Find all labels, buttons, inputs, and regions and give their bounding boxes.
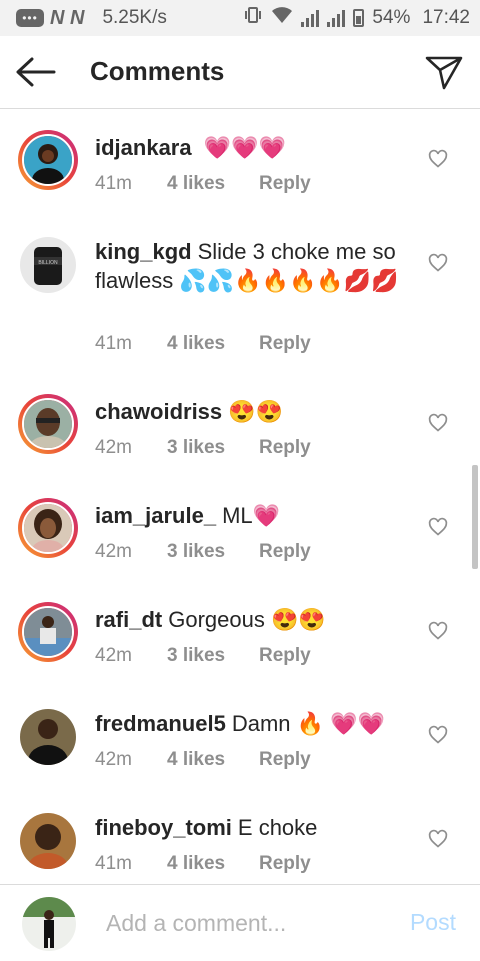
avatar — [22, 398, 74, 450]
message-icon: ••• — [16, 9, 44, 27]
likes-count[interactable]: 4 likes — [167, 173, 259, 195]
comment-username[interactable]: idjankara — [95, 135, 192, 160]
avatar: BILLION — [20, 237, 76, 293]
likes-count[interactable]: 3 likes — [167, 541, 259, 563]
comments-list[interactable]: idjankara 💗💗💗 41m 4 likes Reply BILLION … — [0, 109, 480, 884]
avatar-ring[interactable] — [18, 394, 78, 454]
comment-composer: Post — [0, 884, 480, 961]
scrollbar-thumb[interactable] — [472, 465, 478, 569]
like-heart-icon[interactable] — [428, 621, 448, 641]
comment-emoji: 😍😍 — [228, 399, 283, 424]
comment-text: fineboy_tomi E choke — [95, 813, 405, 842]
comment-meta: 41m 4 likes Reply — [95, 173, 311, 195]
like-heart-icon[interactable] — [428, 517, 448, 537]
reply-button[interactable]: Reply — [259, 749, 311, 771]
paper-plane-icon — [425, 56, 463, 90]
avatar-ring[interactable] — [18, 602, 78, 662]
back-button[interactable] — [16, 54, 56, 90]
clock: 17:42 — [422, 7, 470, 28]
arrow-left-icon — [16, 57, 56, 87]
comment-emoji: 💗 — [252, 503, 281, 528]
comment-time: 41m — [95, 333, 132, 354]
comment-body: Damn — [231, 711, 291, 736]
likes-count[interactable]: 4 likes — [167, 333, 259, 355]
reply-button[interactable]: Reply — [259, 173, 311, 195]
battery-percent: 54% — [372, 7, 411, 28]
avatar-ring[interactable] — [18, 498, 78, 558]
comment-time: 41m — [95, 853, 132, 874]
avatar-ring[interactable]: BILLION — [18, 235, 78, 295]
avatar-ring[interactable] — [18, 130, 78, 190]
likes-count[interactable]: 4 likes — [167, 853, 259, 875]
like-heart-icon[interactable] — [428, 253, 448, 273]
comment-time: 42m — [95, 749, 132, 770]
post-button[interactable]: Post — [410, 909, 456, 936]
comment-meta: 42m 3 likes Reply — [95, 541, 311, 563]
comment-body: ML — [222, 503, 253, 528]
comment-username[interactable]: iam_jarule_ — [95, 503, 216, 528]
like-heart-icon[interactable] — [428, 149, 448, 169]
comment-text: fredmanuel5 Damn 🔥 💗💗 — [95, 709, 405, 738]
comment-meta: 42m 4 likes Reply — [95, 749, 311, 771]
comment-username[interactable]: king_kgd — [95, 239, 192, 264]
comment-emoji: 💦💦🔥🔥🔥🔥💋💋 — [179, 268, 399, 293]
avatar — [22, 502, 74, 554]
avatar — [22, 606, 74, 658]
comment-meta: 41m 4 likes Reply — [95, 333, 311, 355]
vibrate-icon — [243, 5, 263, 31]
current-user-avatar — [22, 897, 76, 951]
comment-text: iam_jarule_ ML💗 — [95, 501, 405, 530]
comment-time: 42m — [95, 541, 132, 562]
reply-button[interactable]: Reply — [259, 853, 311, 875]
comment-meta: 41m 4 likes Reply — [95, 853, 311, 875]
comment-username[interactable]: fredmanuel5 — [95, 711, 226, 736]
avatar — [20, 813, 76, 869]
comment-meta: 42m 3 likes Reply — [95, 437, 311, 459]
comment-emoji: 💗💗💗 — [203, 135, 286, 160]
comment-username[interactable]: chawoidriss — [95, 399, 222, 424]
page-title: Comments — [90, 56, 225, 86]
reply-button[interactable]: Reply — [259, 333, 311, 355]
reply-button[interactable]: Reply — [259, 541, 311, 563]
like-heart-icon[interactable] — [428, 725, 448, 745]
reply-button[interactable]: Reply — [259, 437, 311, 459]
svg-text:BILLION: BILLION — [38, 260, 58, 266]
comment-meta: 42m 3 likes Reply — [95, 645, 311, 667]
comment-time: 42m — [95, 645, 132, 666]
avatar — [22, 134, 74, 186]
comment-emoji: 🔥 💗💗 — [296, 711, 385, 736]
comment-body: Gorgeous — [168, 607, 265, 632]
likes-count[interactable]: 3 likes — [167, 437, 259, 459]
signal-icon-1 — [301, 9, 320, 27]
comment-text: rafi_dt Gorgeous 😍😍 — [95, 605, 405, 634]
header: Comments — [0, 36, 480, 109]
comment-text: king_kgd Slide 3 choke me so flawless 💦💦🔥… — [95, 237, 405, 295]
comment-username[interactable]: rafi_dt — [95, 607, 162, 632]
like-heart-icon[interactable] — [428, 413, 448, 433]
share-button[interactable] — [424, 52, 464, 92]
avatar-ring[interactable] — [18, 707, 78, 767]
like-heart-icon[interactable] — [428, 829, 448, 849]
likes-count[interactable]: 3 likes — [167, 645, 259, 667]
avatar-ring[interactable] — [18, 811, 78, 871]
net-speed: 5.25K/s — [102, 7, 167, 28]
comment-time: 42m — [95, 437, 132, 458]
avatar — [20, 709, 76, 765]
reply-button[interactable]: Reply — [259, 645, 311, 667]
carrier-icons: N N — [50, 6, 85, 29]
battery-icon — [353, 9, 365, 27]
status-bar: ••• N N 5.25K/s 54% 17:42 — [0, 0, 480, 36]
comment-text: chawoidriss 😍😍 — [95, 397, 405, 426]
comment-text: idjankara 💗💗💗 — [95, 133, 405, 162]
signal-icon-2 — [327, 9, 346, 27]
comment-time: 41m — [95, 173, 132, 194]
comment-username[interactable]: fineboy_tomi — [95, 815, 232, 840]
comment-body: E choke — [237, 815, 318, 840]
comment-emoji: 😍😍 — [271, 607, 326, 632]
wifi-icon — [271, 6, 293, 30]
likes-count[interactable]: 4 likes — [167, 749, 259, 771]
comment-input[interactable] — [106, 907, 386, 939]
